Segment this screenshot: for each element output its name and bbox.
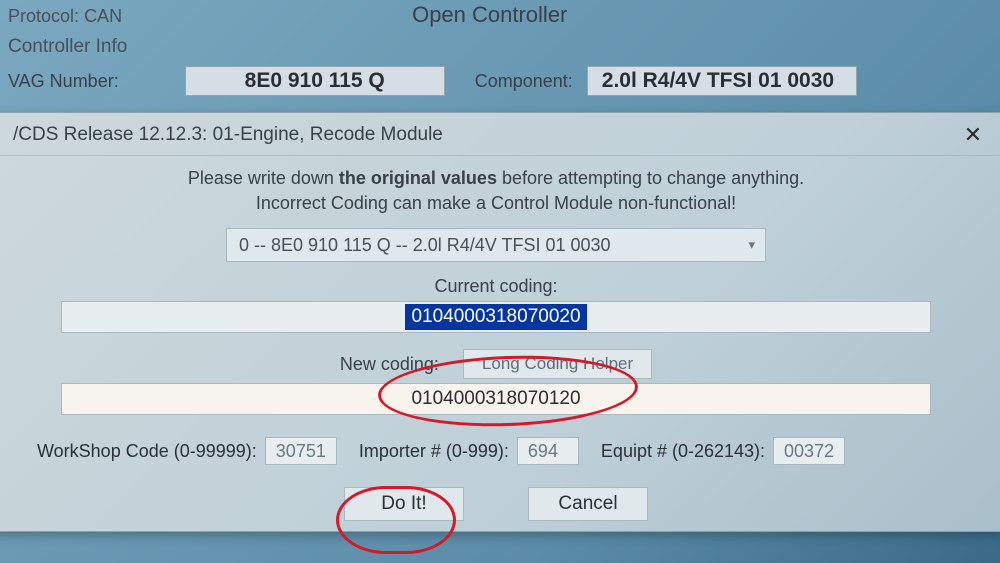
workshop-code-input[interactable]: 30751 <box>265 437 337 465</box>
chevron-down-icon: ▾ <box>748 237 755 253</box>
warning-text: Please write down the original values be… <box>37 166 955 216</box>
vag-number-label: VAG Number: <box>8 71 119 92</box>
importer-label: Importer # (0-999): <box>359 441 509 462</box>
current-coding-value: 0104000318070020 <box>405 304 586 330</box>
component-value: 2.0l R4/4V TFSI 01 0030 <box>587 66 857 96</box>
open-controller-heading: Open Controller <box>412 2 567 28</box>
cancel-button[interactable]: Cancel <box>528 487 648 521</box>
vag-number-value: 8E0 910 115 Q <box>185 66 445 96</box>
dialog-title: /CDS Release 12.12.3: 01-Engine, Recode … <box>13 124 443 146</box>
equipt-input[interactable]: 00372 <box>773 437 845 465</box>
module-select-value: 0 -- 8E0 910 115 Q -- 2.0l R4/4V TFSI 01… <box>239 235 611 256</box>
protocol-label: Protocol: CAN <box>8 6 122 27</box>
workshop-code-label: WorkShop Code (0-99999): <box>37 441 257 462</box>
new-coding-input[interactable]: 0104000318070120 <box>61 383 931 415</box>
new-coding-label: New coding: <box>340 354 439 375</box>
controller-info-label: Controller Info <box>8 36 988 58</box>
equipt-label: Equipt # (0-262143): <box>601 441 765 462</box>
importer-input[interactable]: 694 <box>517 437 579 465</box>
new-coding-value: 0104000318070120 <box>411 388 580 410</box>
current-coding-field: 0104000318070020 <box>61 301 931 333</box>
long-coding-helper-button[interactable]: Long Coding Helper <box>463 349 652 379</box>
recode-module-dialog: /CDS Release 12.12.3: 01-Engine, Recode … <box>0 112 1000 532</box>
close-icon[interactable]: ✕ <box>959 121 987 149</box>
current-coding-label: Current coding: <box>37 276 955 297</box>
do-it-button[interactable]: Do It! <box>344 487 464 521</box>
module-select-dropdown[interactable]: 0 -- 8E0 910 115 Q -- 2.0l R4/4V TFSI 01… <box>226 228 766 262</box>
component-label: Component: <box>475 71 573 92</box>
